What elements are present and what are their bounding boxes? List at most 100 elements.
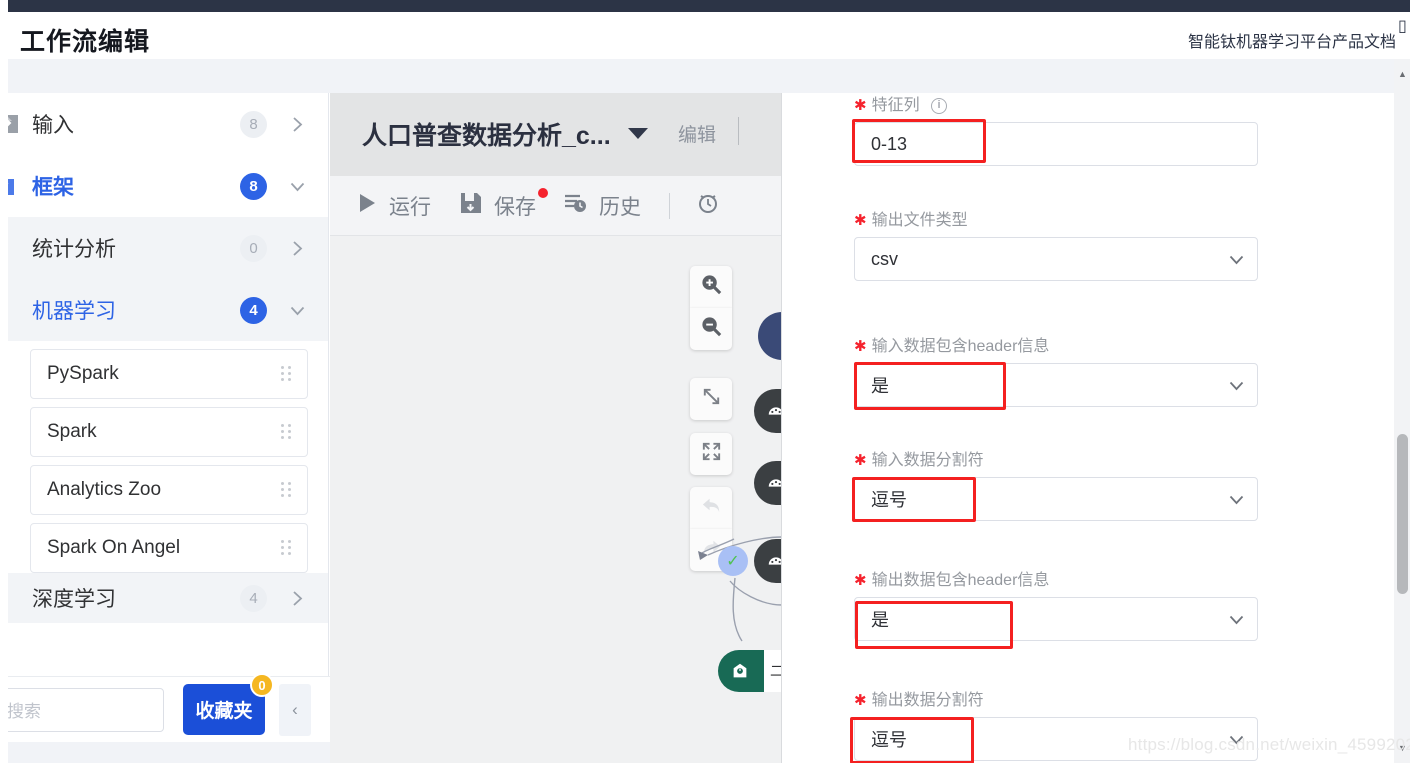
workflow-edges (698, 536, 782, 642)
field-value: csv (871, 248, 898, 269)
drag-handle-icon[interactable] (281, 482, 293, 498)
form-field-feature-columns: ✱ 特征列 i 0-13 (854, 93, 1258, 166)
form-field-input-delimiter: ✱ 输入数据分割符 逗号 (854, 446, 1258, 521)
favorites-badge: 0 (250, 673, 274, 697)
chevron-right-icon[interactable] (289, 240, 306, 257)
node-item-label: Analytics Zoo (47, 479, 162, 500)
chevron-down-icon (1228, 377, 1245, 394)
field-value: 是 (871, 610, 889, 630)
required-asterisk: ✱ (854, 97, 867, 114)
chevron-down-icon (1228, 251, 1245, 268)
sidebar-bottom-bar: 搜索 收藏夹 0 ‹ (0, 673, 330, 742)
form-field-input-has-header: ✱ 输入数据包含header信息 是 (854, 332, 1258, 407)
required-asterisk: ✱ (854, 212, 867, 229)
favorites-button[interactable]: 收藏夹 0 (183, 673, 274, 735)
chevron-right-icon[interactable] (289, 590, 306, 607)
watermark: https://blog.csdn.net/weixin_45992021 (1128, 735, 1410, 754)
scroll-up-arrow-icon[interactable]: ▲ (1398, 69, 1407, 79)
field-value: 0-13 (871, 133, 908, 154)
sidebar-category-framework[interactable]: 框架 8 (8, 155, 328, 217)
drag-handle-icon[interactable] (281, 424, 293, 440)
workflow-node[interactable] (754, 389, 782, 433)
sidebar-category-badge: 4 (240, 584, 267, 612)
sidebar-category-badge: 4 (240, 296, 267, 324)
sidebar-category-label: 机器学习 (32, 300, 116, 323)
page-scrollbar[interactable]: ▲ ▼ (1394, 59, 1410, 764)
list-item[interactable]: Analytics Zoo (30, 465, 308, 515)
sidebar-collapse-button[interactable]: ‹ (279, 683, 311, 736)
model-icon (718, 650, 762, 692)
workflow-node-green-label: 二分... (764, 650, 782, 692)
info-icon[interactable]: i (931, 97, 948, 114)
header-grey-strip (0, 59, 1410, 93)
field-label: ✱ 输入数据包含header信息 (854, 338, 1050, 355)
field-label: ✱ 输入数据分割符 (854, 452, 984, 469)
sidebar-category-badge: 0 (240, 234, 267, 262)
input-has-header-select[interactable]: 是 (854, 363, 1258, 407)
chevron-left-icon: ‹ (292, 699, 298, 719)
sidebar-category-input[interactable]: 输入 8 (8, 93, 328, 155)
page-header: 工作流编辑 智能钛机器学习平台产品文档 (0, 12, 1410, 59)
list-item[interactable]: Spark (30, 407, 308, 457)
scrollbar-thumb[interactable] (1397, 434, 1408, 594)
chevron-down-icon (1228, 611, 1245, 628)
chevron-down-icon[interactable] (289, 178, 306, 195)
favorites-label: 收藏夹 (195, 701, 253, 722)
sidebar-bottom-strip (0, 742, 330, 764)
workflow-node[interactable] (754, 539, 782, 583)
sidebar-category-badge: 8 (240, 172, 267, 200)
node-item-label: Spark (47, 421, 97, 442)
top-dark-bar (0, 0, 1410, 12)
form-field-output-file-type: ✱ 输出文件类型 csv (854, 206, 1258, 281)
node-status-port[interactable]: ✓ (718, 546, 748, 576)
drag-handle-icon[interactable] (281, 540, 293, 556)
input-delimiter-select[interactable]: 逗号 (854, 477, 1258, 521)
panel-gap (782, 93, 800, 764)
sidebar-category-label: 输入 (32, 114, 74, 137)
field-label: ✱ 输出数据分割符 (854, 692, 984, 709)
sidebar-category-label: 深度学习 (32, 588, 116, 611)
list-item[interactable]: PySpark (30, 349, 308, 399)
node-parameter-panel: ✱ 特征列 i 0-13 ✱ 输出文件类型 csv ✱ 输入数据包含header信 (800, 93, 1394, 764)
app-root: 工作流编辑 智能钛机器学习平台产品文档 ▯ 输入 8 框架 8 统计分析 0 机… (0, 0, 1410, 764)
sidebar-category-deep-learning[interactable]: 深度学习 4 (8, 573, 328, 623)
required-asterisk: ✱ (854, 692, 867, 709)
product-doc-link[interactable]: 智能钛机器学习平台产品文档 (1188, 28, 1396, 52)
input-icon (8, 111, 26, 137)
gauge-icon (754, 539, 782, 583)
chevron-down-icon[interactable] (289, 302, 306, 319)
field-value: 逗号 (871, 490, 907, 510)
sidebar-category-machine-learning[interactable]: 机器学习 4 (8, 279, 328, 341)
field-label: ✱ 特征列 i (854, 93, 1258, 115)
sidebar-category-label: 统计分析 (32, 238, 116, 261)
field-value: 是 (871, 376, 889, 396)
feature-columns-input[interactable]: 0-13 (854, 122, 1258, 166)
node-item-label: PySpark (47, 363, 119, 384)
product-doc-link-cutoff: ▯ (1398, 18, 1407, 35)
required-asterisk: ✱ (854, 452, 867, 469)
gauge-icon (754, 461, 782, 505)
gauge-icon (754, 389, 782, 433)
chevron-right-icon[interactable] (289, 116, 306, 133)
node-item-label: Spark On Angel (47, 537, 181, 558)
output-has-header-select[interactable]: 是 (854, 597, 1258, 641)
sidebar-category-label: 框架 (32, 176, 74, 199)
top-bar-left-edge (0, 0, 8, 12)
workflow-node[interactable] (754, 461, 782, 505)
framework-icon (8, 173, 26, 199)
page-left-margin (0, 12, 8, 764)
form-field-output-has-header: ✱ 输出数据包含header信息 是 (854, 566, 1258, 641)
list-item[interactable]: Spark On Angel (30, 523, 308, 573)
check-icon: ✓ (726, 553, 740, 570)
sidebar-category-badge: 8 (240, 110, 267, 138)
sidebar-category-statistics[interactable]: 统计分析 0 (8, 217, 328, 279)
required-asterisk: ✱ (854, 338, 867, 355)
chevron-down-icon (1228, 491, 1245, 508)
search-placeholder: 搜索 (7, 702, 41, 721)
workflow-canvas-panel: 人口普查数据分析_c... 编辑 运行 保存 历史 ✓ 二 (330, 93, 782, 764)
field-label: ✱ 输出文件类型 (854, 212, 968, 229)
output-file-type-select[interactable]: csv (854, 237, 1258, 281)
workflow-node-green[interactable] (718, 650, 764, 692)
drag-handle-icon[interactable] (281, 366, 293, 382)
search-input[interactable]: 搜索 (0, 687, 164, 732)
